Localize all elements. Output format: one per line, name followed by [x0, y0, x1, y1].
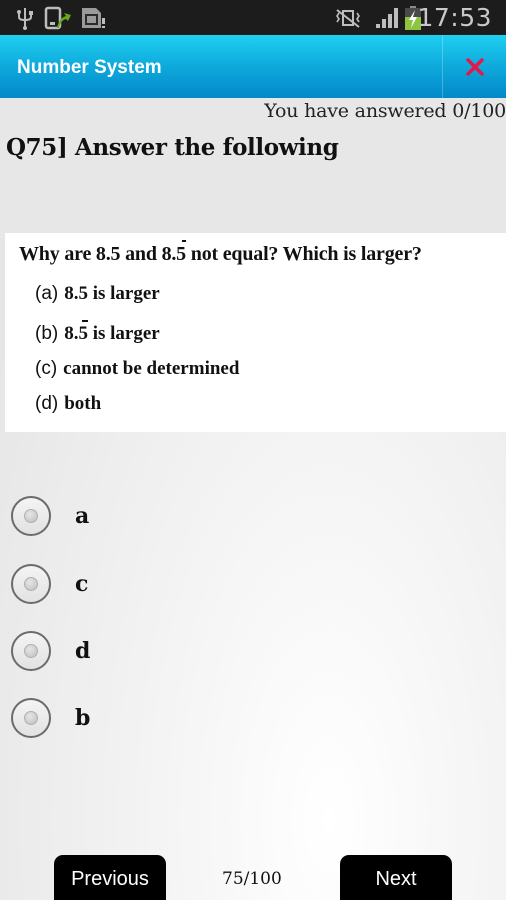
repeating-decimal: 8.5 — [161, 240, 187, 266]
question-prompt: Why are 8.5 and 8.5 not equal? Which is … — [19, 240, 422, 266]
screen-transfer-icon — [44, 6, 71, 30]
image-option-text: cannot be determined — [63, 358, 240, 379]
image-option-text: is larger — [87, 323, 160, 344]
image-option-label: (a) — [35, 283, 59, 304]
repeating-bar — [82, 320, 88, 322]
status-bar: 17:53 — [0, 0, 506, 35]
answer-label: a — [75, 503, 90, 529]
answer-option-d[interactable]: d — [11, 631, 311, 671]
page-indicator: 75/100 — [222, 869, 282, 889]
answer-label: c — [75, 571, 89, 597]
question-image: Why are 8.5 and 8.5 not equal? Which is … — [5, 233, 506, 432]
next-button[interactable]: Next — [340, 855, 452, 900]
previous-button[interactable]: Previous — [54, 855, 166, 900]
repeating-decimal: 8.5 — [64, 320, 88, 345]
radio-button[interactable] — [11, 496, 51, 536]
answer-option-c[interactable]: c — [11, 564, 311, 604]
image-option-label: (b) — [35, 323, 59, 344]
image-option-value: 8.5 — [64, 283, 88, 304]
app-title: Number System — [17, 57, 162, 78]
answer-label: d — [75, 638, 91, 664]
answer-option-a[interactable]: a — [11, 496, 311, 536]
vibrate-mute-icon — [336, 9, 360, 28]
prompt-part-3: not equal? Which is larger? — [185, 243, 422, 265]
clock: 17:53 — [417, 3, 492, 32]
radio-indicator — [24, 644, 38, 658]
prompt-part-1: Why are 8.5 and — [19, 243, 162, 265]
radio-indicator — [24, 711, 38, 725]
image-option-d: (d) both — [35, 393, 101, 415]
usb-icon — [17, 8, 33, 30]
radio-indicator — [24, 577, 38, 591]
image-option-text: both — [64, 393, 102, 414]
image-option-b: (b) 8.5 is larger — [35, 320, 160, 345]
image-option-value: 8.5 — [64, 323, 88, 344]
radio-button[interactable] — [11, 564, 51, 604]
image-option-label: (d) — [35, 393, 59, 414]
answer-option-b[interactable]: b — [11, 698, 311, 738]
image-option-c: (c) cannot be determined — [35, 358, 239, 380]
answered-counter: You have answered 0/100 — [264, 100, 506, 122]
image-option-text: is larger — [87, 283, 160, 304]
answer-label: b — [75, 705, 91, 731]
question-title: Q75] Answer the following — [6, 134, 339, 161]
image-option-a: (a) 8.5 is larger — [35, 283, 160, 305]
app-bar: Number System — [0, 35, 506, 98]
sd-card-icon — [82, 8, 105, 28]
close-icon — [465, 57, 484, 76]
signal-icon — [376, 8, 398, 28]
repeating-decimal-value: 8.5 — [161, 243, 187, 265]
image-option-label: (c) — [35, 358, 58, 379]
repeating-bar — [181, 240, 186, 242]
radio-button[interactable] — [11, 631, 51, 671]
close-button[interactable] — [443, 35, 506, 98]
radio-indicator — [24, 509, 38, 523]
radio-button[interactable] — [11, 698, 51, 738]
